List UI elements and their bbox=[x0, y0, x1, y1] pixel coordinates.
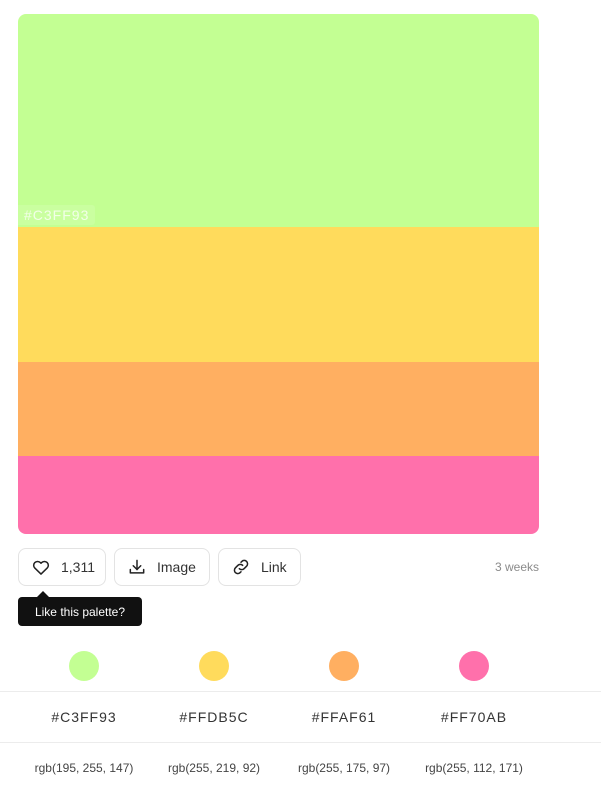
hex-code-4[interactable]: #FF70AB bbox=[404, 692, 544, 742]
link-icon bbox=[233, 559, 249, 575]
swatch-3[interactable] bbox=[18, 362, 539, 456]
hex-codes-row: #C3FF93 #FFDB5C #FFAF61 #FF70AB bbox=[0, 691, 601, 742]
heart-icon bbox=[32, 560, 50, 575]
palette-actions: 1,311 Image Link 3 weeks bbox=[18, 548, 539, 586]
link-button-label: Link bbox=[261, 559, 287, 575]
download-icon bbox=[129, 559, 145, 574]
published-time: 3 weeks bbox=[494, 560, 539, 574]
rgb-code-1[interactable]: rgb(195, 255, 147) bbox=[14, 743, 154, 792]
palette-preview: #C3FF93 bbox=[18, 14, 539, 534]
rgb-code-2[interactable]: rgb(255, 219, 92) bbox=[144, 743, 284, 792]
hex-code-1[interactable]: #C3FF93 bbox=[14, 692, 154, 742]
image-download-button[interactable]: Image bbox=[114, 548, 210, 586]
swatch-2[interactable] bbox=[18, 227, 539, 362]
palette-page: #C3FF93 1,311 Image Link 3 weeks Like th… bbox=[0, 0, 601, 809]
rgb-codes-row: rgb(195, 255, 147) rgb(255, 219, 92) rgb… bbox=[0, 742, 601, 792]
color-dots-row bbox=[0, 640, 601, 691]
link-button[interactable]: Link bbox=[218, 548, 301, 586]
like-count: 1,311 bbox=[61, 559, 95, 575]
like-button[interactable]: 1,311 bbox=[18, 548, 106, 586]
color-dot-3[interactable] bbox=[329, 651, 359, 681]
swatch-hex-label[interactable]: #C3FF93 bbox=[18, 205, 96, 225]
color-dot-4[interactable] bbox=[459, 651, 489, 681]
hex-code-2[interactable]: #FFDB5C bbox=[144, 692, 284, 742]
like-tooltip: Like this palette? bbox=[18, 591, 142, 626]
swatch-1[interactable]: #C3FF93 bbox=[18, 14, 539, 227]
color-dot-2[interactable] bbox=[199, 651, 229, 681]
rgb-code-4[interactable]: rgb(255, 112, 171) bbox=[404, 743, 544, 792]
swatch-4[interactable] bbox=[18, 456, 539, 534]
image-button-label: Image bbox=[157, 559, 196, 575]
hex-code-3[interactable]: #FFAF61 bbox=[274, 692, 414, 742]
color-details: #C3FF93 #FFDB5C #FFAF61 #FF70AB rgb(195,… bbox=[0, 640, 601, 792]
color-dot-1[interactable] bbox=[69, 651, 99, 681]
tooltip-text: Like this palette? bbox=[34, 604, 126, 619]
rgb-code-3[interactable]: rgb(255, 175, 97) bbox=[274, 743, 414, 792]
